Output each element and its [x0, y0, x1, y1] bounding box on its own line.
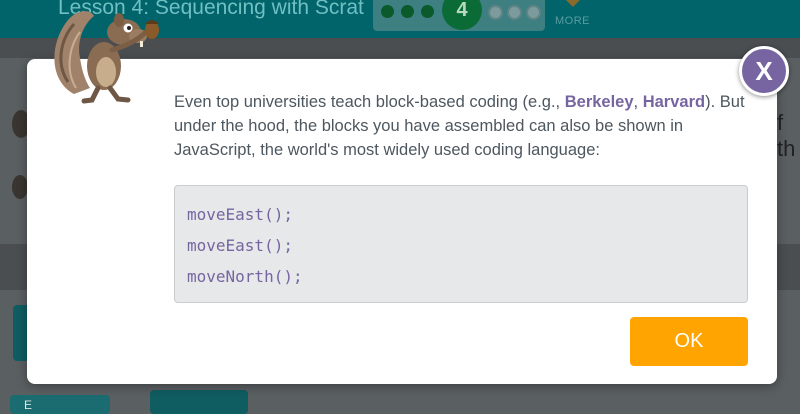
code-snippet: moveEast(); moveEast(); moveNorth(); — [174, 185, 748, 303]
level-dot-7[interactable] — [526, 5, 541, 20]
harvard-link[interactable]: Harvard — [643, 93, 705, 111]
dialog-text-part: Even top universities teach block-based … — [174, 93, 565, 111]
dialog-text-part: , — [633, 93, 643, 111]
level-progress: 4 — [373, 0, 545, 31]
code-line: moveEast(); — [187, 236, 293, 255]
dialog-message: Even top universities teach block-based … — [174, 90, 754, 162]
level-dot-3[interactable] — [421, 5, 434, 18]
level-dot-6[interactable] — [507, 5, 522, 20]
bg-block-label: E — [24, 398, 33, 412]
dialog: Even top universities teach block-based … — [27, 59, 777, 384]
berkeley-link[interactable]: Berkeley — [565, 93, 634, 111]
ok-button[interactable]: OK — [630, 317, 748, 366]
scrat-squirrel-icon — [54, 11, 159, 104]
level-dot-1[interactable] — [381, 5, 394, 18]
bg-instruction-text: f th — [777, 110, 796, 161]
bg-code-block — [150, 390, 248, 414]
current-level-badge[interactable]: 4 — [442, 0, 482, 30]
close-button[interactable]: X — [739, 46, 789, 96]
level-dot-5[interactable] — [488, 5, 503, 20]
bg-character-thumb — [12, 175, 28, 199]
close-icon: X — [755, 55, 773, 86]
level-dot-2[interactable] — [401, 5, 414, 18]
more-caret-icon — [566, 0, 580, 7]
code-line: moveNorth(); — [187, 267, 303, 286]
code-line: moveEast(); — [187, 205, 293, 224]
more-button[interactable]: MORE — [555, 15, 590, 27]
